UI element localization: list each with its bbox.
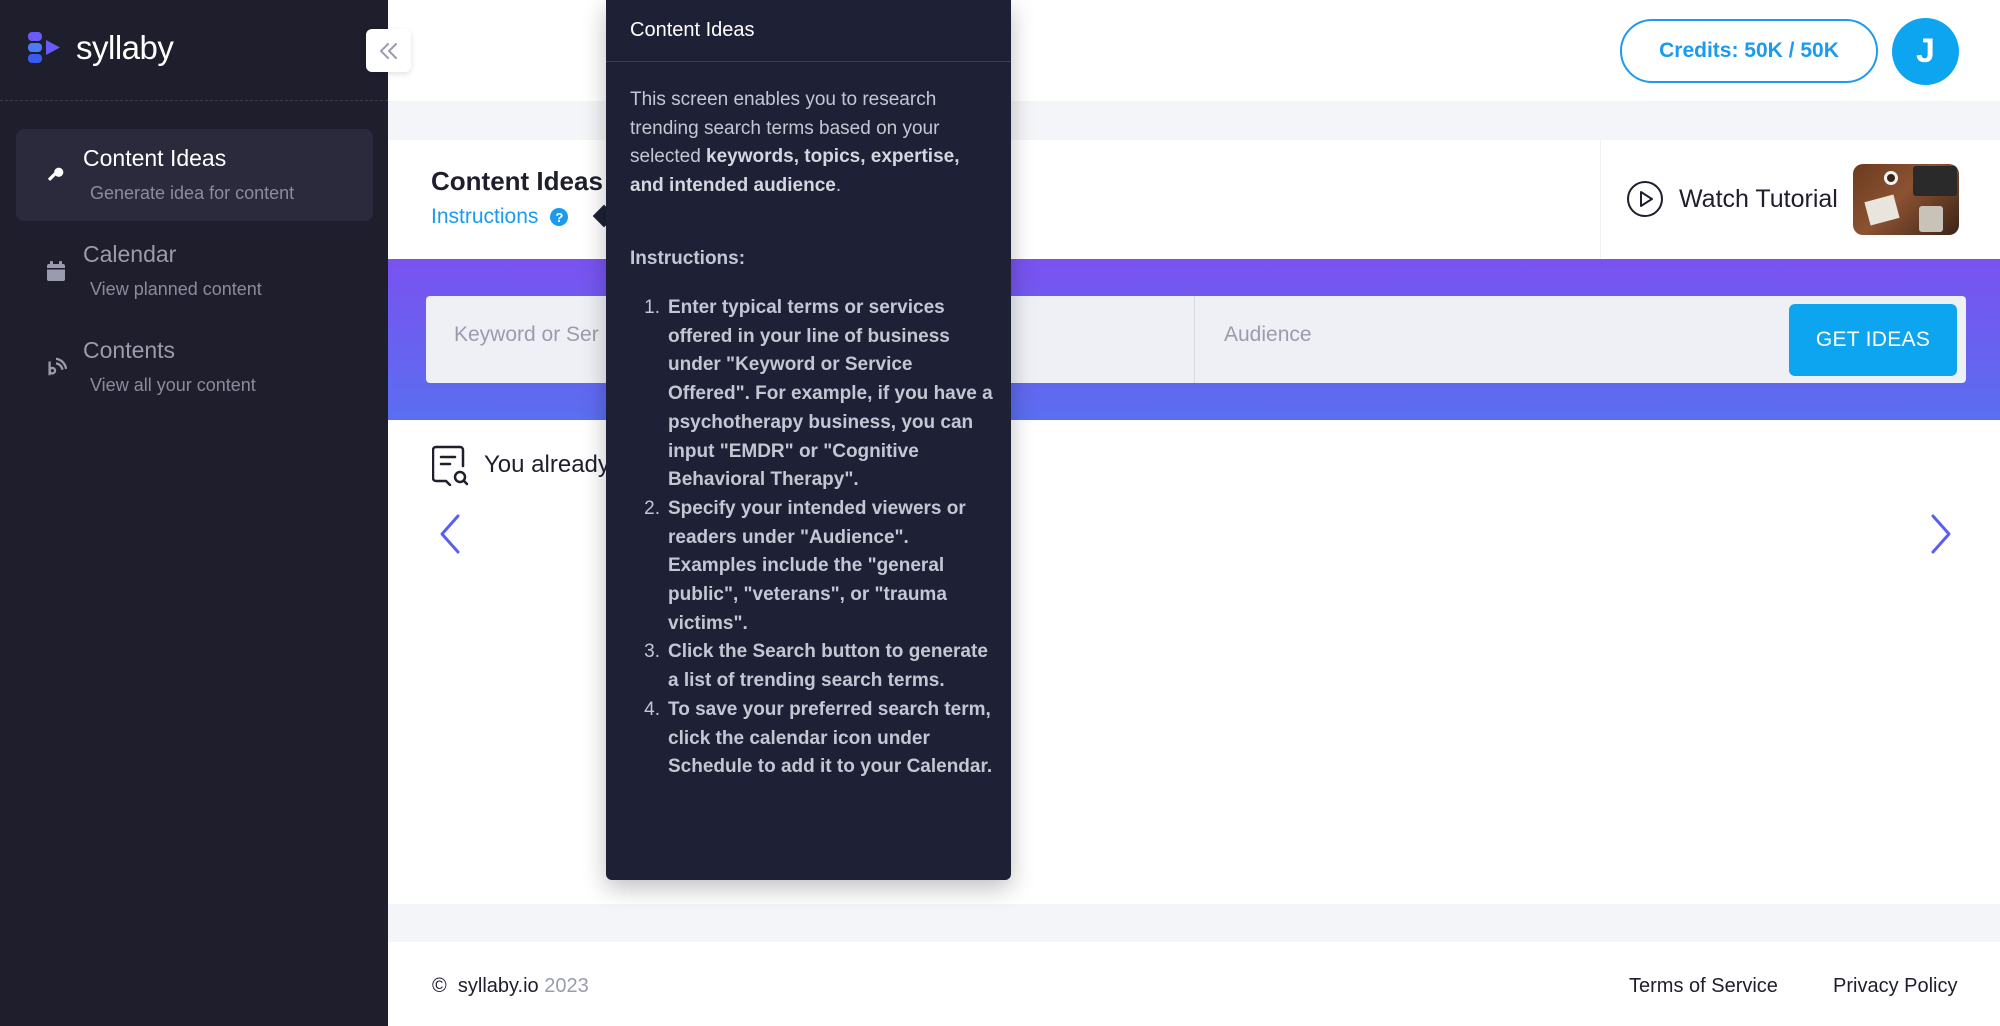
chevron-left-icon xyxy=(440,514,460,554)
already-text: You already xyxy=(484,451,610,478)
avatar[interactable]: J xyxy=(1892,18,1959,85)
step-text: Click the Search button to generate a li… xyxy=(668,641,988,692)
chevron-right-icon xyxy=(1931,514,1951,554)
step-number: 4. xyxy=(644,698,660,720)
title-divider xyxy=(1600,140,1601,259)
play-circle-icon xyxy=(1627,181,1663,217)
step-text: Enter typical terms or services offered … xyxy=(668,297,993,491)
help-icon[interactable]: ? xyxy=(550,208,569,226)
list-item: 1. Enter typical terms or services offere… xyxy=(630,294,995,495)
popover-intro: This screen enables you to research tren… xyxy=(630,86,995,201)
carousel-prev-button[interactable] xyxy=(436,512,464,561)
sidebar-divider xyxy=(0,100,388,101)
document-search-icon xyxy=(432,445,469,486)
get-ideas-button[interactable]: GET IDEAS xyxy=(1789,304,1957,376)
logo[interactable]: syllaby xyxy=(26,28,174,68)
key-icon xyxy=(42,161,70,189)
copyright: © syllaby.io 2023 xyxy=(432,975,589,998)
copyright-symbol: © xyxy=(432,975,447,997)
step-number: 3. xyxy=(644,641,660,663)
list-item: 4. To save your preferred search term, cl… xyxy=(630,696,995,782)
privacy-link[interactable]: Privacy Policy xyxy=(1833,975,1957,998)
step-text: Specify your intended viewers or readers… xyxy=(668,497,966,634)
sidebar-item-contents[interactable]: Contents View all your content xyxy=(16,321,373,413)
broadcast-icon xyxy=(42,353,70,381)
popover-divider xyxy=(606,61,1011,62)
carousel-next-button[interactable] xyxy=(1927,512,1955,561)
page-title: Content Ideas xyxy=(431,166,603,196)
sidebar-item-sublabel: Generate idea for content xyxy=(90,183,295,203)
sidebar-item-label: Calendar xyxy=(83,241,177,267)
sidebar-item-sublabel: View planned content xyxy=(90,279,262,299)
sidebar-item-label: Contents xyxy=(83,337,176,363)
calendar-icon xyxy=(42,257,70,285)
instructions-popover: Content Ideas This screen enables you to… xyxy=(606,0,1011,880)
already-row: You already xyxy=(432,444,610,486)
tutorial-thumbnail[interactable] xyxy=(1853,164,1959,235)
list-item: 3. Click the Search button to generate a … xyxy=(630,638,995,695)
step-number: 2. xyxy=(644,497,660,519)
instructions-link[interactable]: Instructions ? xyxy=(431,205,569,229)
search-divider xyxy=(1194,296,1195,383)
double-chevron-left-icon xyxy=(379,42,397,59)
brand-name: syllaby xyxy=(76,29,174,66)
popover-instructions-heading: Instructions: xyxy=(630,248,746,269)
list-item: 2. Specify your intended viewers or reade… xyxy=(630,495,995,639)
site-link[interactable]: syllaby.io xyxy=(458,975,539,997)
sidebar: syllaby Content Ideas Generate idea for … xyxy=(0,0,388,1026)
step-text: To save your preferred search term, clic… xyxy=(668,698,993,778)
watch-tutorial-button[interactable]: Watch Tutorial xyxy=(1626,180,1838,218)
credits-button[interactable]: Credits: 50K / 50K xyxy=(1620,19,1878,83)
syllaby-logo-icon xyxy=(28,32,60,63)
popover-title: Content Ideas xyxy=(630,19,755,41)
sidebar-item-calendar[interactable]: Calendar View planned content xyxy=(16,225,373,317)
step-number: 1. xyxy=(644,297,660,318)
sidebar-item-sublabel: View all your content xyxy=(90,375,256,395)
sidebar-item-label: Content Ideas xyxy=(83,145,227,171)
instructions-label: Instructions xyxy=(431,205,539,228)
keyword-input[interactable]: Keyword or Ser xyxy=(454,323,599,347)
watch-tutorial-label: Watch Tutorial xyxy=(1679,184,1838,213)
popover-intro-end: . xyxy=(835,175,842,197)
collapse-sidebar-button[interactable] xyxy=(366,29,411,72)
terms-link[interactable]: Terms of Service xyxy=(1629,975,1778,998)
copyright-year: 2023 xyxy=(544,975,589,997)
sidebar-item-content-ideas[interactable]: Content Ideas Generate idea for content xyxy=(16,129,373,221)
popover-steps: 1. Enter typical terms or services offere… xyxy=(630,294,995,782)
audience-input[interactable]: Audience xyxy=(1224,323,1312,347)
